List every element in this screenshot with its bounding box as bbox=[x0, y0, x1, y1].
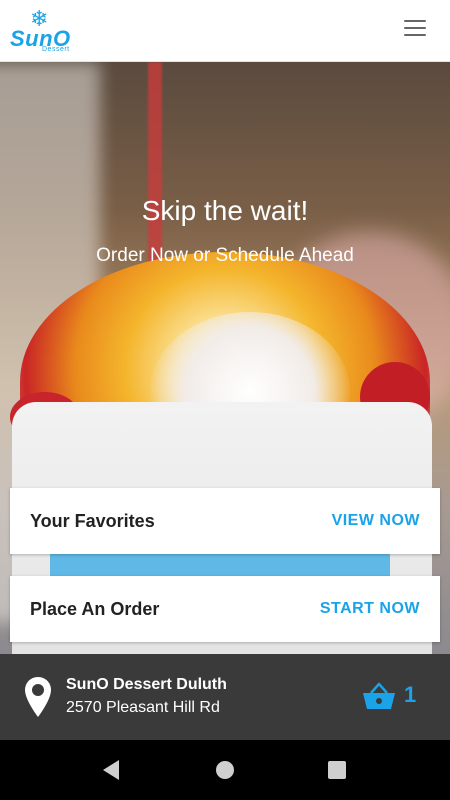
android-nav-bar bbox=[0, 740, 450, 800]
store-name: SunO Dessert Duluth bbox=[66, 676, 227, 693]
suno-dessert-logo[interactable]: ❄ SunO Dessert bbox=[8, 8, 80, 56]
start-now-button[interactable]: START NOW bbox=[320, 600, 420, 618]
cart-count[interactable]: 1 bbox=[404, 682, 416, 708]
hamburger-menu-icon[interactable] bbox=[404, 20, 426, 38]
place-order-title: Place An Order bbox=[30, 598, 160, 619]
store-address: 2570 Pleasant Hill Rd bbox=[66, 699, 220, 716]
hero-banner: Skip the wait! Order Now or Schedule Ahe… bbox=[0, 62, 450, 654]
favorites-card[interactable]: Your Favorites VIEW NOW bbox=[10, 488, 440, 554]
logo-subtext: Dessert bbox=[42, 46, 70, 53]
hero-subtitle: Order Now or Schedule Ahead bbox=[96, 245, 354, 266]
recent-apps-icon[interactable] bbox=[328, 761, 346, 779]
hero-title: Skip the wait! bbox=[141, 195, 309, 226]
favorites-title: Your Favorites bbox=[30, 510, 155, 531]
place-order-card[interactable]: Place An Order START NOW bbox=[10, 576, 440, 642]
back-icon[interactable] bbox=[103, 760, 119, 780]
store-bar[interactable]: SunO Dessert Duluth 2570 Pleasant Hill R… bbox=[0, 654, 450, 740]
shopping-basket-icon[interactable] bbox=[362, 682, 396, 710]
location-pin-icon bbox=[25, 677, 51, 717]
home-icon[interactable] bbox=[216, 761, 234, 779]
app-header: ❄ SunO Dessert bbox=[0, 0, 450, 62]
view-now-button[interactable]: VIEW NOW bbox=[332, 512, 420, 530]
